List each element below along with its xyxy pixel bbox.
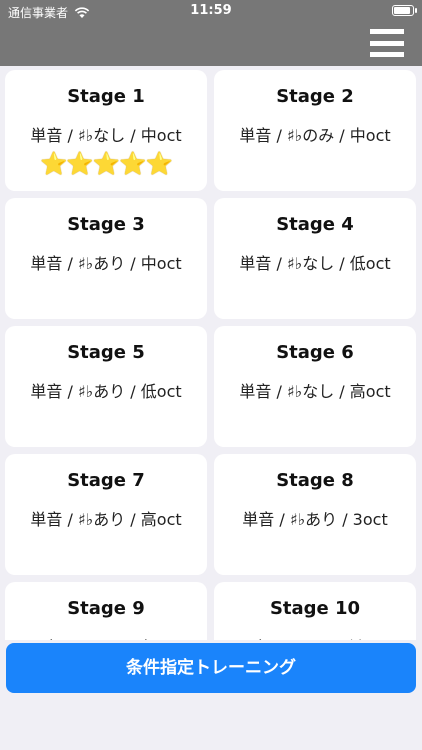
stage-card[interactable]: Stage 1 単音 / ♯♭なし / 中oct ⭐⭐⭐⭐⭐ <box>5 70 207 191</box>
stage-card[interactable]: Stage 102音 / ♯♭あり / 低oct <box>214 582 416 640</box>
stage-card[interactable]: Stage 8 単音 / ♯♭あり / 3oct <box>214 454 416 575</box>
stage-title: Stage 3 <box>67 214 145 235</box>
status-bar: 通信事業者 11:59 <box>0 0 422 22</box>
stage-description: 単音 / ♯♭あり / 3oct <box>242 510 388 529</box>
stage-title: Stage 9 <box>67 598 145 619</box>
stage-title: Stage 7 <box>67 470 145 491</box>
stage-card[interactable]: Stage 92音 / ♯♭あり / 中oct <box>5 582 207 640</box>
stage-description: 単音 / ♯♭なし / 中oct <box>30 126 182 145</box>
stage-list[interactable]: Stage 1 単音 / ♯♭なし / 中oct ⭐⭐⭐⭐⭐ Stage 2 単音 / … <box>0 66 422 640</box>
hamburger-menu-icon[interactable] <box>370 26 404 60</box>
stage-title: Stage 8 <box>276 470 354 491</box>
stage-card[interactable]: Stage 5 単音 / ♯♭あり / 低oct <box>5 326 207 447</box>
stage-title: Stage 2 <box>276 86 354 107</box>
bottom-area: 条件指定トレーニング <box>0 640 422 750</box>
stage-description: 単音 / ♯♭のみ / 中oct <box>239 126 391 145</box>
star-rating-icon: ⭐⭐⭐⭐⭐ <box>40 152 173 177</box>
stage-title: Stage 6 <box>276 342 354 363</box>
stage-title: Stage 10 <box>269 598 361 619</box>
stage-card[interactable]: Stage 7 単音 / ♯♭あり / 高oct <box>5 454 207 575</box>
stage-description: 単音 / ♯♭なし / 低oct <box>239 254 391 273</box>
stage-description: 単音 / ♯♭あり / 中oct <box>30 254 182 273</box>
stage-description: 単音 / ♯♭あり / 高oct <box>30 510 182 529</box>
stage-title: Stage 5 <box>67 342 145 363</box>
nav-bar <box>0 22 422 66</box>
battery-icon <box>392 5 417 16</box>
stage-description: 単音 / ♯♭なし / 高oct <box>239 382 391 401</box>
stage-title: Stage 1 <box>67 86 145 107</box>
stage-description: 単音 / ♯♭あり / 低oct <box>30 382 182 401</box>
stage-card[interactable]: Stage 3 単音 / ♯♭あり / 中oct <box>5 198 207 319</box>
stage-title: Stage 4 <box>276 214 354 235</box>
stage-card[interactable]: Stage 6 単音 / ♯♭なし / 高oct <box>214 326 416 447</box>
status-time: 11:59 <box>190 3 232 18</box>
stage-grid: Stage 1 単音 / ♯♭なし / 中oct ⭐⭐⭐⭐⭐ Stage 2 単音 / … <box>5 70 417 640</box>
stage-card[interactable]: Stage 4 単音 / ♯♭なし / 低oct <box>214 198 416 319</box>
stage-card[interactable]: Stage 2 単音 / ♯♭のみ / 中oct <box>214 70 416 191</box>
custom-training-button[interactable]: 条件指定トレーニング <box>6 643 416 693</box>
